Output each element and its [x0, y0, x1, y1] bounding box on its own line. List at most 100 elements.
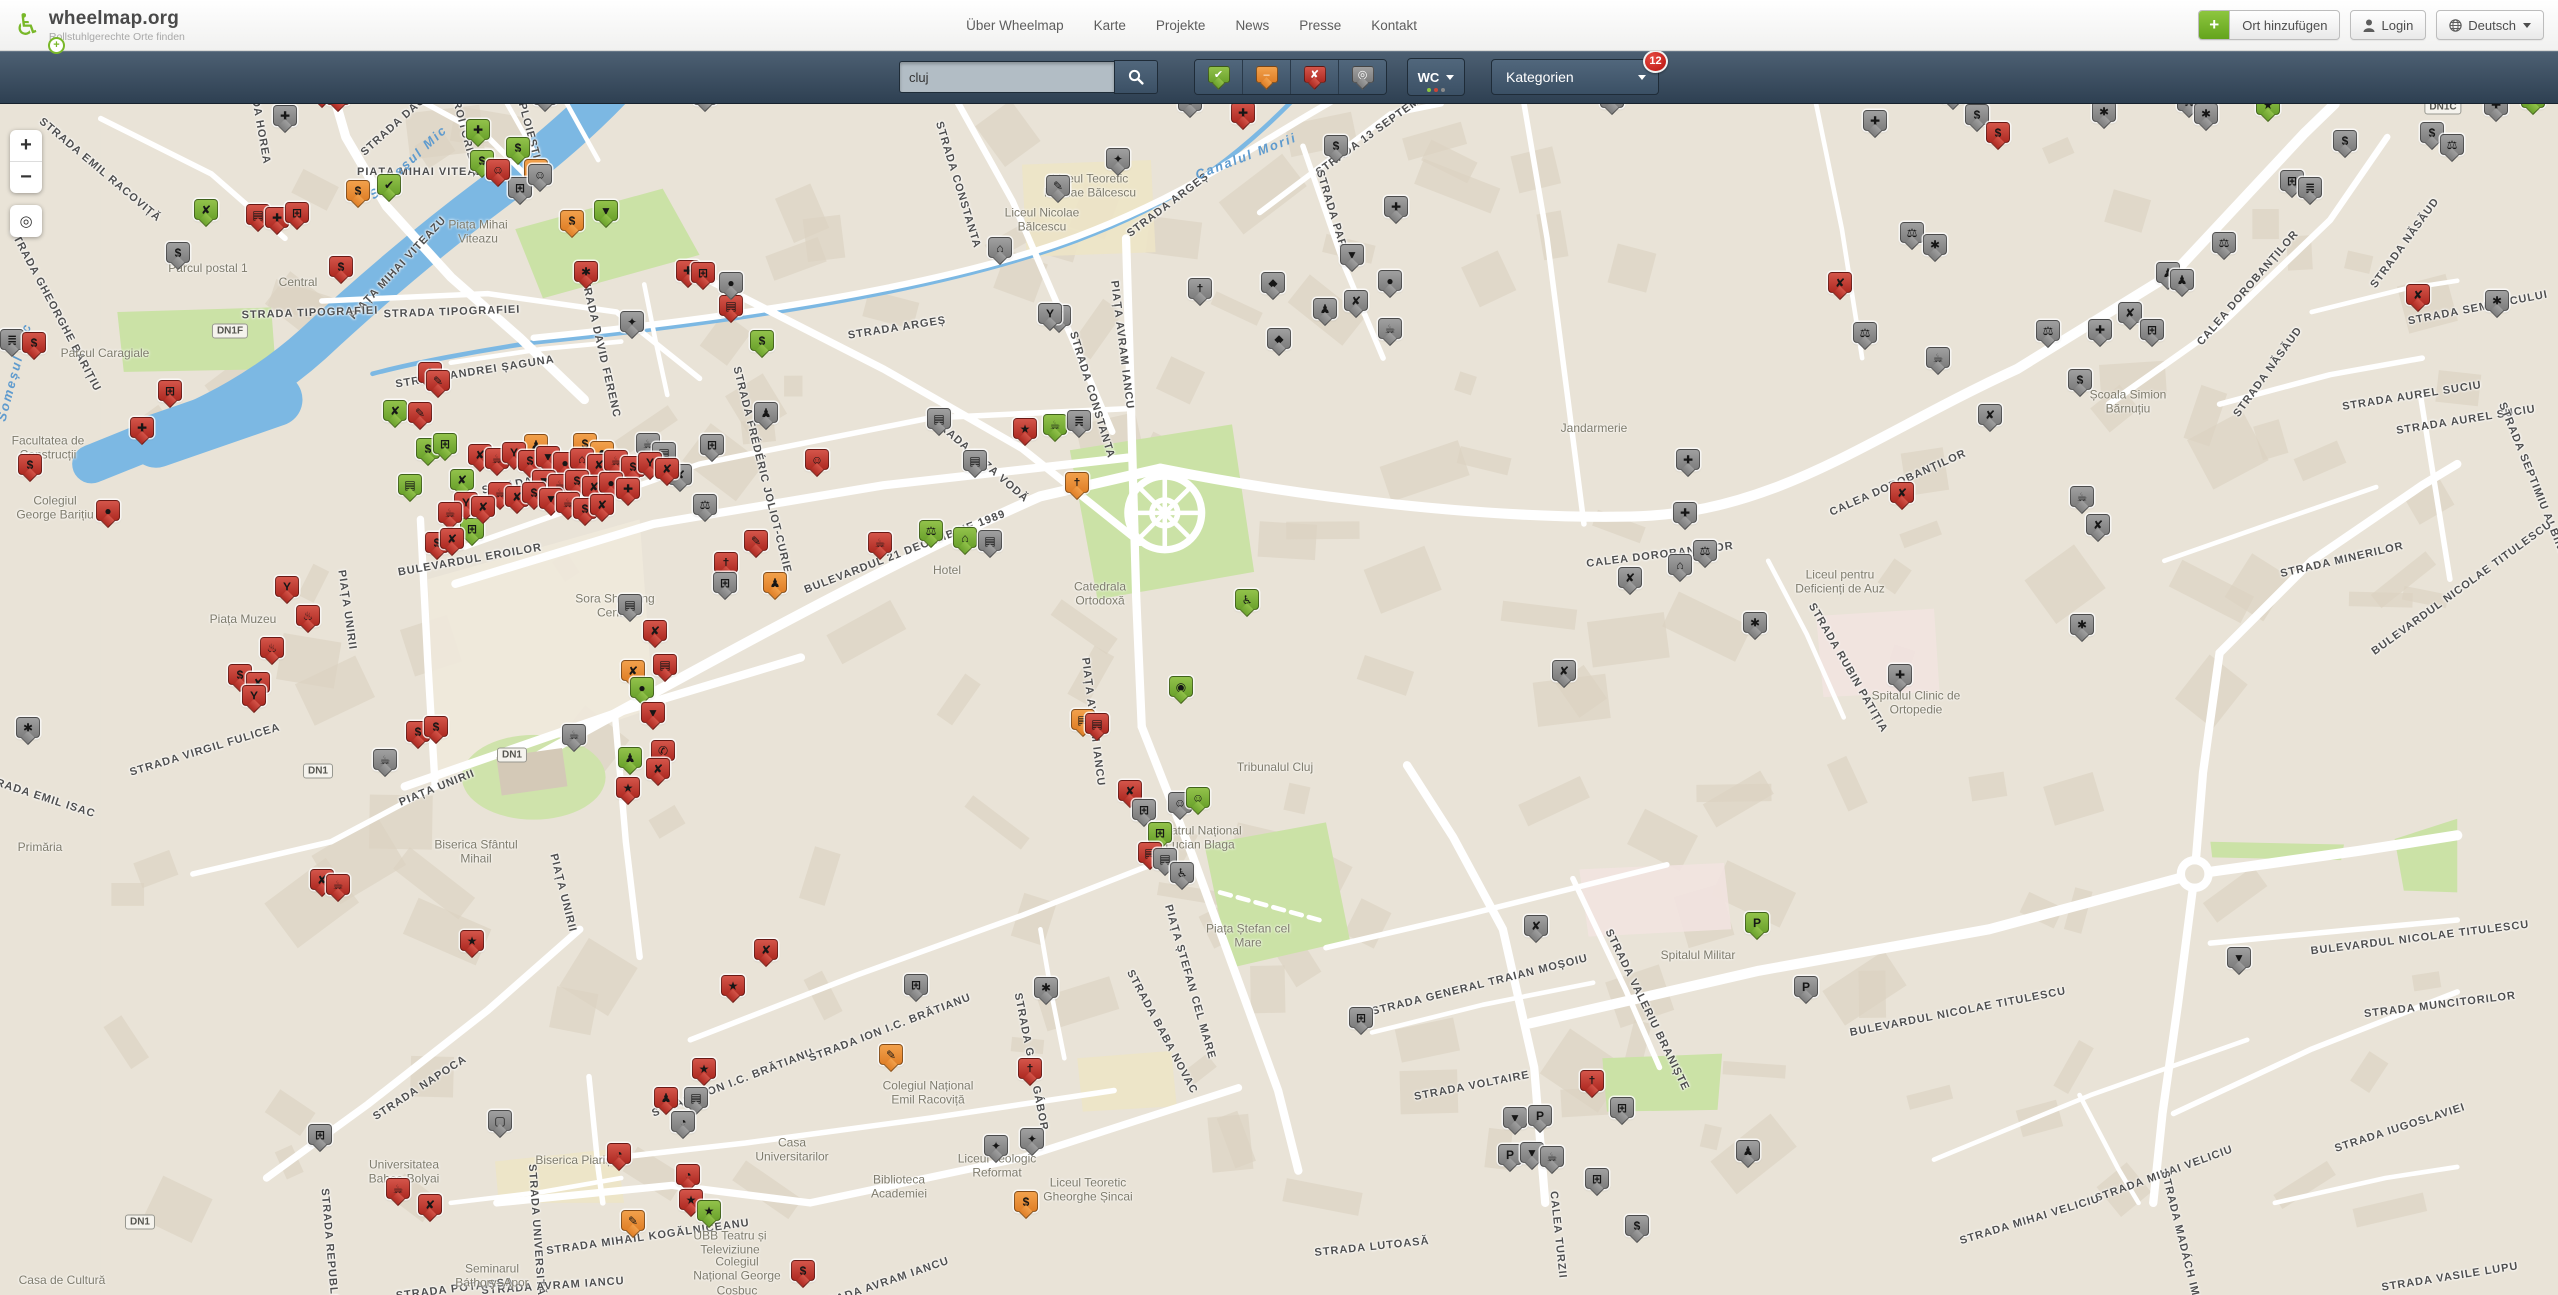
marker-cafe[interactable]: ☕: [1043, 414, 1067, 440]
map-canvas[interactable]: STRADA HOREASTRADA EMIL RACOVIȚĂSTRADA D…: [0, 102, 2558, 1295]
marker-bus[interactable]: ⊞: [1585, 1168, 1609, 1194]
marker-library[interactable]: ≣: [0, 329, 24, 355]
marker-beer[interactable]: ♨: [296, 605, 320, 631]
marker-restaurant[interactable]: ✘: [655, 458, 679, 484]
marker-restaurant[interactable]: ✘: [471, 496, 495, 522]
marker-like[interactable]: ✔: [377, 174, 401, 200]
marker-justice[interactable]: ⚖: [693, 494, 717, 520]
marker-person[interactable]: ♟: [654, 1087, 678, 1113]
marker-computer[interactable]: ▢: [488, 1110, 512, 1136]
marker-tools[interactable]: ✱: [1034, 977, 1058, 1003]
add-place-button[interactable]: + Ort hinzufügen: [2198, 10, 2340, 40]
marker-cafe[interactable]: ☕: [1540, 1146, 1564, 1172]
nav-karte[interactable]: Karte: [1094, 18, 1126, 33]
marker-money[interactable]: $: [1625, 1215, 1649, 1241]
marker-family[interactable]: ♟: [754, 402, 778, 428]
marker-atm[interactable]: ▤: [684, 1087, 708, 1113]
marker-cafe[interactable]: ☕: [868, 532, 892, 558]
marker-church[interactable]: †: [1580, 1070, 1604, 1096]
marker-shop[interactable]: ▼: [641, 702, 665, 728]
marker-cross[interactable]: ✚: [1178, 102, 1202, 116]
marker-cafe[interactable]: ☕: [1378, 318, 1402, 344]
marker-grave[interactable]: †: [1065, 472, 1089, 498]
marker-basket[interactable]: ▼: [594, 200, 618, 226]
marker-justice[interactable]: ⚖: [2212, 232, 2236, 258]
filter-status-unknown[interactable]: ◎: [1339, 60, 1386, 94]
marker-restaurant[interactable]: ✘: [1552, 660, 1576, 686]
marker-soccer[interactable]: ✦: [984, 1135, 1008, 1161]
marker-restaurant[interactable]: ✘: [643, 620, 667, 646]
marker-pharmacy[interactable]: ✚: [1676, 449, 1700, 475]
marker-theater[interactable]: ☺: [1186, 787, 1210, 813]
marker-basket[interactable]: ▼: [1503, 1107, 1527, 1133]
filter-status-limited[interactable]: –: [1243, 60, 1291, 94]
marker-bar[interactable]: Y: [1038, 303, 1062, 329]
marker-money[interactable]: $: [18, 454, 42, 480]
marker-person[interactable]: ♟: [618, 747, 642, 773]
marker-restaurant[interactable]: ✘: [1828, 272, 1852, 298]
marker-tools[interactable]: ✱: [16, 717, 40, 743]
marker-restaurant[interactable]: ✘: [1344, 290, 1368, 316]
marker-tools[interactable]: ✱: [2485, 290, 2509, 316]
marker-person[interactable]: ♟: [763, 572, 787, 598]
marker-cafe[interactable]: ☕: [562, 724, 586, 750]
marker-beer[interactable]: ♨: [260, 637, 284, 663]
marker-family[interactable]: ♟: [1313, 298, 1337, 324]
marker-bus[interactable]: ⊞: [1349, 1007, 1373, 1033]
marker-money[interactable]: $: [166, 242, 190, 268]
marker-restaurant[interactable]: ✘: [1978, 404, 2002, 430]
zoom-out-button[interactable]: −: [10, 162, 42, 193]
marker-money[interactable]: $: [22, 332, 46, 358]
marker-university[interactable]: ★: [697, 1200, 721, 1226]
marker-school[interactable]: ✎: [879, 1044, 903, 1070]
marker-cafe[interactable]: ☕: [386, 1178, 410, 1204]
marker-parking[interactable]: P: [1745, 912, 1769, 938]
marker-justice[interactable]: ⚖: [2440, 134, 2464, 160]
marker-atm[interactable]: ▤: [978, 530, 1002, 556]
marker-restaurant[interactable]: ✘: [646, 758, 670, 784]
marker-parking[interactable]: P: [1794, 976, 1818, 1002]
marker-tools[interactable]: ✱: [2092, 102, 2116, 127]
marker-bus[interactable]: ⊞: [158, 380, 182, 406]
marker-bakery[interactable]: ●: [96, 500, 120, 526]
marker-cross[interactable]: ✚: [273, 105, 297, 131]
marker-restaurant[interactable]: ✘: [383, 400, 407, 426]
marker-justice[interactable]: ⚖: [1900, 222, 1924, 248]
filter-status-no[interactable]: ✘: [1291, 60, 1339, 94]
marker-police[interactable]: ◆: [1261, 272, 1285, 298]
marker-restaurant[interactable]: ✘: [194, 199, 218, 225]
marker-bar[interactable]: Y: [275, 576, 299, 602]
marker-restaurant[interactable]: ✘: [1890, 482, 1914, 508]
marker-museum[interactable]: ⌂: [1668, 554, 1692, 580]
marker-bus[interactable]: ⊞: [2140, 319, 2164, 345]
marker-parking[interactable]: P: [1528, 1105, 1552, 1131]
nav-presse[interactable]: Presse: [1299, 18, 1341, 33]
marker-money[interactable]: $: [750, 330, 774, 356]
marker-money[interactable]: $: [791, 1260, 815, 1286]
marker-theater[interactable]: ☺: [486, 159, 510, 185]
marker-restaurant[interactable]: ✘: [2406, 284, 2430, 310]
marker-bus[interactable]: ⊞: [691, 262, 715, 288]
marker-atm[interactable]: ▤: [1085, 713, 1109, 739]
marker-bus[interactable]: ⊞: [308, 1124, 332, 1150]
marker-restaurant[interactable]: ✘: [590, 494, 614, 520]
marker-restaurant[interactable]: ✘: [754, 939, 778, 965]
marker-money[interactable]: $: [2333, 130, 2357, 156]
marker-money[interactable]: $: [1986, 122, 2010, 148]
marker-cafe[interactable]: ☕: [326, 874, 350, 900]
marker-fountain[interactable]: ◉: [1169, 676, 1193, 702]
marker-tennis[interactable]: ✦: [620, 311, 644, 337]
search-button[interactable]: [1114, 60, 1158, 94]
marker-money[interactable]: $: [1324, 135, 1348, 161]
marker-shop[interactable]: ▼: [2227, 947, 2251, 973]
marker-money[interactable]: $: [346, 180, 370, 206]
marker-tools[interactable]: ✱: [2070, 614, 2094, 640]
marker-museum[interactable]: ⌂: [988, 237, 1012, 263]
marker-bakery[interactable]: ●: [1378, 270, 1402, 296]
marker-cafe[interactable]: ☕: [1926, 347, 1950, 373]
marker-restaurant[interactable]: ✘: [2086, 514, 2110, 540]
marker-bus[interactable]: ⊞: [713, 572, 737, 598]
marker-person[interactable]: ♟: [2170, 269, 2194, 295]
marker-cross[interactable]: ✚: [1863, 110, 1887, 136]
marker-tools[interactable]: ✱: [574, 261, 598, 287]
